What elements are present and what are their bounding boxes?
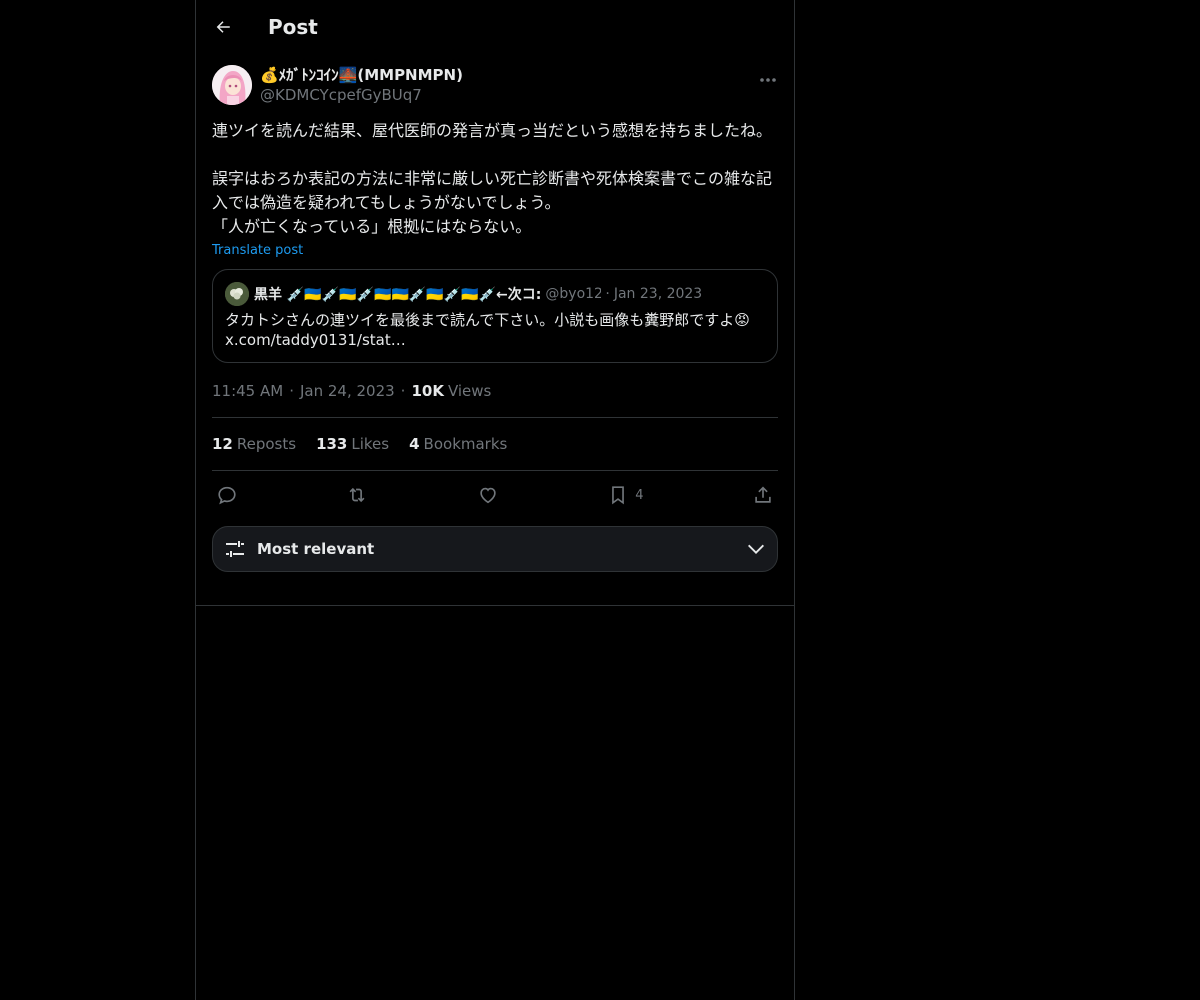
author-row: 💰ﾒｶﾞﾄﾝｺｲﾝ🌉(MMPNMPN) @KDMCYcpefGyBUq7 [212, 65, 778, 105]
author-handle[interactable]: @KDMCYcpefGyBUq7 [260, 85, 463, 105]
share-button[interactable] [752, 484, 774, 506]
post-time[interactable]: 11:45 AM [212, 382, 283, 400]
bookmarks-count: 4 [409, 435, 420, 453]
reposts-stat[interactable]: 12 Reposts [212, 435, 296, 453]
post-meta: 11:45 AM · Jan 24, 2023 · 10K Views [212, 381, 778, 401]
quoted-post[interactable]: 黒羊 💉🇺🇦💉🇺🇦💉🇺🇦🇺🇦💉🇺🇦💉🇺🇦💉←次コ: @byo12 · Jan 2… [212, 269, 778, 363]
sort-label: Most relevant [257, 540, 375, 558]
heart-icon [480, 487, 496, 504]
separator-dot: · [289, 382, 294, 400]
quoted-handle: @byo12 [545, 286, 602, 302]
sliders-icon [226, 541, 244, 557]
separator-dot: · [605, 286, 610, 302]
repost-icon [349, 487, 365, 503]
reply-icon [218, 486, 236, 505]
repost-button[interactable] [346, 484, 368, 506]
chevron-down-icon [748, 544, 764, 554]
quoted-display-name: 黒羊 💉🇺🇦💉🇺🇦💉🇺🇦🇺🇦💉🇺🇦💉🇺🇦💉←次コ: [254, 287, 542, 303]
more-dots-icon [760, 78, 776, 82]
post-text: 連ツイを読んだ結果、屋代医師の発言が真っ当だという感想を持ちましたね。 誤字はお… [212, 121, 773, 236]
bookmark-count: 4 [635, 487, 644, 503]
translate-post-link[interactable]: Translate post [212, 243, 303, 258]
views-count: 10K [411, 382, 444, 400]
avatar[interactable] [212, 65, 252, 105]
back-button[interactable] [212, 16, 234, 38]
arrow-left-icon [216, 21, 230, 33]
post: 💰ﾒｶﾞﾄﾝｺｲﾝ🌉(MMPNMPN) @KDMCYcpefGyBUq7 連ツイ… [196, 65, 794, 572]
anime-avatar-icon [212, 65, 252, 105]
likes-label: Likes [351, 435, 390, 453]
quoted-text: タカトシさんの連ツイを最後まで読んで下さい。小説も画像も糞野郎ですよ😡 x.co… [225, 311, 750, 349]
reposts-label: Reposts [236, 435, 297, 453]
likes-stat[interactable]: 133 Likes [316, 435, 389, 453]
bookmarks-label: Bookmarks [423, 435, 508, 453]
author-display-name[interactable]: 💰ﾒｶﾞﾄﾝｺｲﾝ🌉(MMPNMPN) [260, 65, 463, 85]
stats-row: 12 Reposts 133 Likes 4 Bookmarks [212, 418, 778, 470]
actions-row: 4 [212, 471, 778, 519]
more-button[interactable] [758, 73, 778, 87]
post-date[interactable]: Jan 24, 2023 [300, 382, 395, 400]
main-column: Post 💰ﾒｶﾞﾄﾝｺｲﾝ🌉(MMPNMPN) @KDMCYcpefGyBUq… [195, 0, 795, 1000]
quoted-avatar [225, 282, 249, 306]
bookmarks-stat[interactable]: 4 Bookmarks [409, 435, 507, 453]
bookmark-icon [612, 486, 625, 505]
quoted-date: Jan 23, 2023 [613, 286, 703, 302]
views-label: Views [447, 382, 492, 400]
sort-dropdown[interactable]: Most relevant [212, 526, 778, 572]
share-icon [755, 486, 771, 503]
sheep-avatar-icon [225, 282, 249, 306]
reposts-count: 12 [212, 435, 233, 453]
reply-button[interactable] [216, 484, 238, 506]
like-button[interactable] [477, 484, 499, 506]
page-title: Post [268, 15, 318, 39]
bookmark-button[interactable]: 4 [607, 484, 644, 506]
separator-dot: · [400, 382, 406, 400]
section-divider [196, 605, 794, 606]
quoted-post-header: 黒羊 💉🇺🇦💉🇺🇦💉🇺🇦🇺🇦💉🇺🇦💉🇺🇦💉←次コ: @byo12 · Jan 2… [225, 282, 765, 306]
post-header: Post [196, 0, 794, 54]
likes-count: 133 [316, 435, 348, 453]
